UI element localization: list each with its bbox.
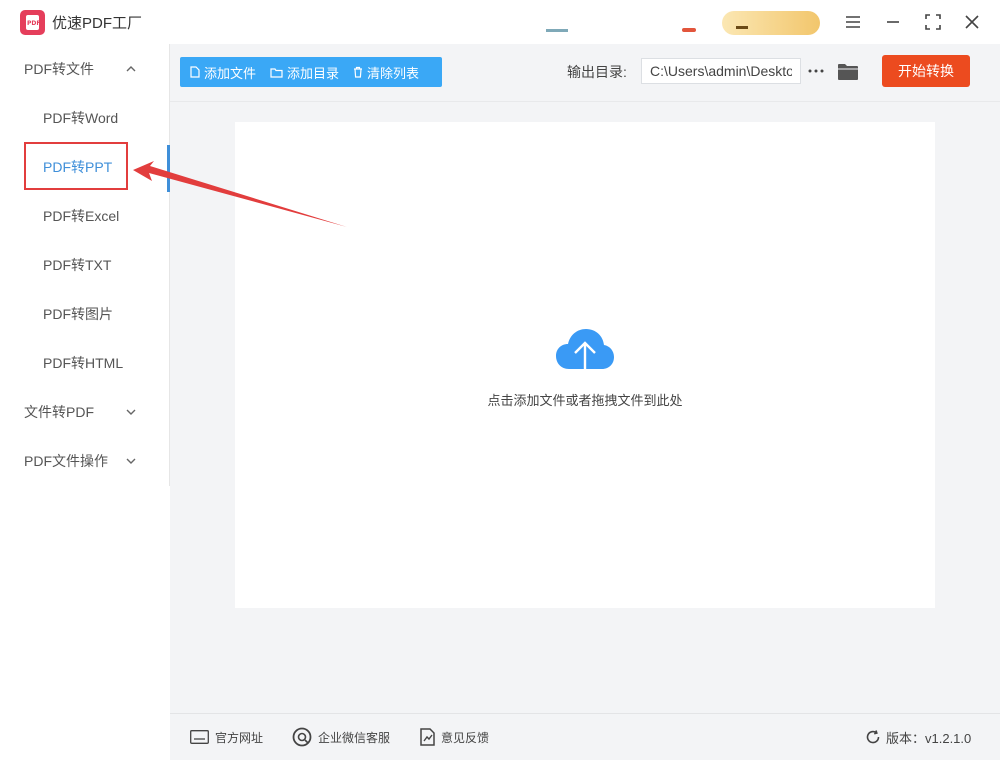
add-folder-label: 添加目录 bbox=[287, 65, 340, 81]
sidebar-item-label: PDF转图片 bbox=[43, 306, 113, 322]
close-button[interactable] bbox=[960, 10, 984, 34]
sidebar-item-pdf-to-word[interactable]: PDF转Word bbox=[0, 103, 170, 133]
file-toolbar: 添加文件 添加目录 清除列表 bbox=[180, 57, 442, 87]
open-folder-button[interactable] bbox=[836, 58, 860, 84]
output-dir-label: 输出目录: bbox=[567, 64, 627, 80]
sidebar-item-label: PDF转HTML bbox=[43, 355, 124, 371]
sidebar-item-label: PDF转Word bbox=[43, 110, 119, 126]
hamburger-icon bbox=[846, 16, 860, 28]
file-icon bbox=[190, 66, 200, 78]
minimize-button[interactable] bbox=[881, 10, 905, 34]
version-label: 版本：v1.2.1.0 bbox=[886, 730, 972, 746]
sidebar-group-pdf-operations[interactable]: PDF文件操作 bbox=[0, 446, 170, 476]
sidebar-item-label: PDF转TXT bbox=[43, 257, 112, 273]
fullscreen-icon bbox=[925, 14, 941, 30]
output-dir-input[interactable] bbox=[641, 58, 801, 84]
chat-icon bbox=[292, 727, 312, 747]
wechat-label: 企业微信客服 bbox=[318, 730, 391, 745]
minimize-icon bbox=[887, 21, 899, 23]
sidebar-group-label: PDF转文件 bbox=[24, 61, 94, 77]
cloud-upload-icon bbox=[556, 329, 614, 380]
add-folder-button[interactable]: 添加目录 bbox=[260, 57, 343, 87]
add-file-label: 添加文件 bbox=[204, 65, 257, 81]
sidebar-group-label: PDF文件操作 bbox=[24, 453, 108, 469]
trash-icon bbox=[354, 66, 363, 78]
feedback-link[interactable]: 意见反馈 bbox=[420, 727, 489, 747]
browse-more-button[interactable] bbox=[806, 58, 826, 84]
more-dots-icon bbox=[808, 69, 824, 73]
sidebar-item-pdf-to-html[interactable]: PDF转HTML bbox=[0, 348, 170, 378]
folder-icon bbox=[838, 63, 858, 80]
clear-list-button[interactable]: 清除列表 bbox=[343, 57, 423, 87]
add-file-button[interactable]: 添加文件 bbox=[180, 57, 260, 87]
promo-banner[interactable] bbox=[722, 11, 820, 35]
feedback-icon bbox=[420, 728, 435, 746]
official-website-link[interactable]: 官方网址 bbox=[190, 727, 263, 747]
clear-list-label: 清除列表 bbox=[367, 65, 420, 81]
website-label: 官方网址 bbox=[215, 730, 264, 745]
version-info: 版本：v1.2.1.0 bbox=[865, 727, 971, 747]
toolbar-divider bbox=[170, 101, 1000, 102]
app-title: 优速PDF工厂 bbox=[52, 15, 143, 32]
website-icon bbox=[190, 730, 209, 744]
wechat-support-link[interactable]: 企业微信客服 bbox=[292, 727, 390, 747]
chevron-down-icon bbox=[126, 409, 136, 415]
annotation-highlight-box bbox=[24, 142, 128, 190]
folder-icon bbox=[270, 67, 283, 78]
app-logo: PDF bbox=[20, 10, 45, 35]
title-bar: PDF 优速PDF工厂 bbox=[0, 0, 1000, 44]
feedback-label: 意见反馈 bbox=[441, 730, 490, 745]
title-decoration bbox=[682, 28, 696, 32]
menu-button[interactable] bbox=[841, 10, 865, 34]
sidebar-item-label: PDF转Excel bbox=[43, 208, 120, 224]
maximize-button[interactable] bbox=[921, 10, 945, 34]
sidebar-item-pdf-to-image[interactable]: PDF转图片 bbox=[0, 299, 170, 329]
sidebar-group-label: 文件转PDF bbox=[24, 404, 94, 420]
sidebar-item-pdf-to-excel[interactable]: PDF转Excel bbox=[0, 201, 170, 231]
drop-hint-text: 点击添加文件或者拖拽文件到此处 bbox=[487, 393, 683, 408]
chevron-down-icon bbox=[126, 458, 136, 464]
sidebar-group-pdf-to-file[interactable]: PDF转文件 bbox=[0, 54, 170, 84]
start-convert-button[interactable]: 开始转换 bbox=[882, 55, 970, 87]
chevron-up-icon bbox=[126, 66, 136, 72]
close-icon bbox=[965, 15, 979, 29]
title-decoration bbox=[546, 29, 568, 32]
sidebar-item-pdf-to-txt[interactable]: PDF转TXT bbox=[0, 250, 170, 280]
sidebar-group-file-to-pdf[interactable]: 文件转PDF bbox=[0, 397, 170, 427]
refresh-icon bbox=[866, 730, 880, 744]
